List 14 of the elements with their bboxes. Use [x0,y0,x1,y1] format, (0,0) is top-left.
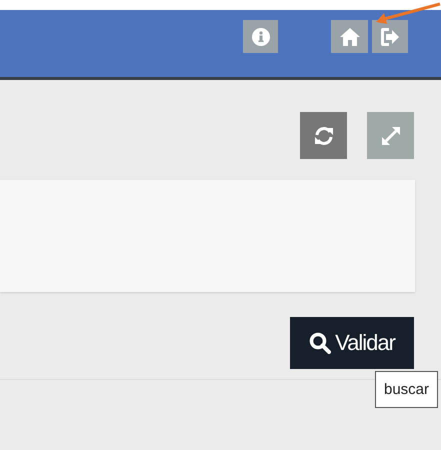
tooltip: buscar [375,371,438,408]
home-icon [340,28,360,46]
home-button[interactable] [331,20,368,53]
expand-icon [380,126,400,146]
refresh-button[interactable] [300,112,347,159]
info-button[interactable] [243,20,278,53]
search-icon [309,332,332,354]
info-icon [252,28,270,46]
logout-button[interactable] [372,20,408,53]
logout-icon [381,28,399,46]
expand-button[interactable] [367,112,414,159]
validate-button[interactable]: Validar [290,317,414,369]
refresh-icon [312,126,334,146]
annotation-arrow [374,2,441,26]
